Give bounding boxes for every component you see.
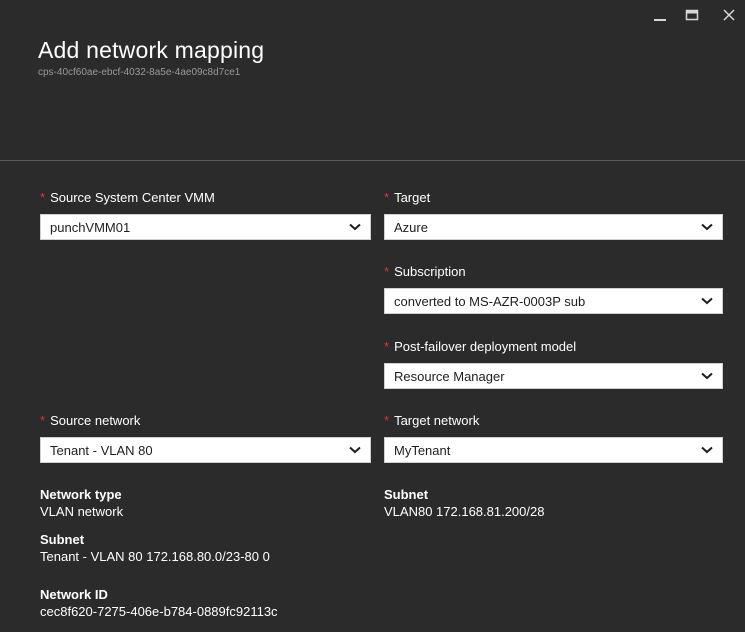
target-value: Azure <box>394 219 428 235</box>
subscription-dropdown[interactable]: converted to MS-AZR-0003P sub <box>384 288 723 314</box>
required-marker: * <box>384 264 390 279</box>
source-network-label: * Source network <box>40 413 141 428</box>
source-network-value: Tenant - VLAN 80 <box>50 442 153 458</box>
close-icon <box>723 9 735 21</box>
add-network-mapping-blade: Add network mapping cps-40cf60ae-ebcf-40… <box>0 0 745 632</box>
required-marker: * <box>384 190 390 205</box>
source-network-dropdown[interactable]: Tenant - VLAN 80 <box>40 437 371 463</box>
subscription-label: * Subscription <box>384 264 466 279</box>
blade-title: Add network mapping <box>38 37 265 63</box>
chevron-down-icon <box>344 215 366 239</box>
target-network-label: * Target network <box>384 413 480 428</box>
network-type-label: Network type <box>40 487 122 502</box>
required-marker: * <box>384 339 390 354</box>
target-network-dropdown[interactable]: MyTenant <box>384 437 723 463</box>
deployment-model-dropdown[interactable]: Resource Manager <box>384 363 723 389</box>
deployment-model-label: * Post-failover deployment model <box>384 339 577 354</box>
chevron-down-icon <box>696 438 718 462</box>
source-vmm-value: punchVMM01 <box>50 219 131 235</box>
target-label: * Target <box>384 190 431 205</box>
source-subnet-label: Subnet <box>40 532 85 547</box>
required-marker: * <box>40 190 46 205</box>
network-id-label: Network ID <box>40 587 108 602</box>
minimize-icon <box>654 19 666 21</box>
header-divider <box>0 160 745 161</box>
target-subnet-value: VLAN80 172.168.81.200/28 <box>384 504 545 519</box>
target-subnet-label: Subnet <box>384 487 429 502</box>
chevron-down-icon <box>344 438 366 462</box>
minimize-button[interactable] <box>648 4 672 26</box>
deployment-model-value: Resource Manager <box>394 368 505 384</box>
chevron-down-icon <box>696 289 718 313</box>
blade-header: Add network mapping cps-40cf60ae-ebcf-40… <box>0 0 745 160</box>
source-vmm-label: * Source System Center VMM <box>40 190 215 205</box>
source-subnet-value: Tenant - VLAN 80 172.168.80.0/23-80 0 <box>40 549 270 564</box>
required-marker: * <box>40 413 46 428</box>
maximize-button[interactable] <box>680 4 704 26</box>
blade-subtitle: cps-40cf60ae-ebcf-4032-8a5e-4ae09c8d7ce1 <box>38 67 241 78</box>
target-network-value: MyTenant <box>394 442 451 458</box>
chevron-down-icon <box>696 364 718 388</box>
network-id-value: cec8f620-7275-406e-b784-0889fc92113c <box>40 604 278 619</box>
close-button[interactable] <box>717 4 741 26</box>
chevron-down-icon <box>696 215 718 239</box>
target-dropdown[interactable]: Azure <box>384 214 723 240</box>
source-vmm-dropdown[interactable]: punchVMM01 <box>40 214 371 240</box>
required-marker: * <box>384 413 390 428</box>
network-type-value: VLAN network <box>40 504 124 519</box>
subscription-value: converted to MS-AZR-0003P sub <box>394 293 586 309</box>
maximize-icon <box>685 9 699 21</box>
